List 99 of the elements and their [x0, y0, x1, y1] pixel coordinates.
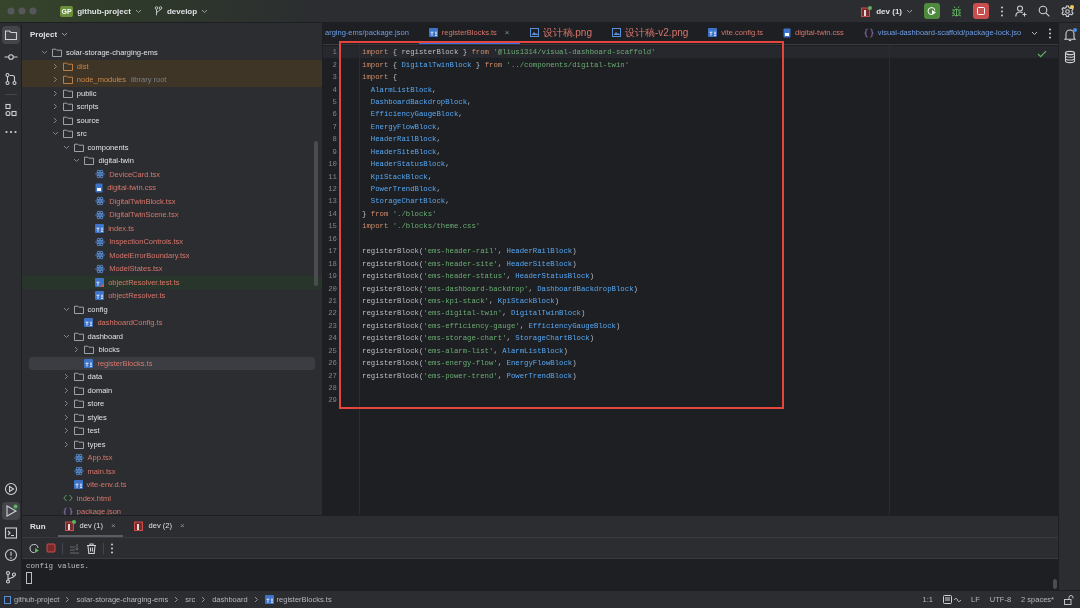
kebab-menu-icon[interactable] [1000, 5, 1004, 17]
folder-icon [73, 142, 84, 152]
react-atom-icon [73, 452, 84, 463]
panel-title: Run [30, 521, 46, 533]
search-icon[interactable] [1038, 5, 1050, 17]
run-config-selector[interactable]: dev (1) [861, 5, 913, 17]
branch-icon [153, 6, 163, 16]
test-file-icon [95, 277, 105, 287]
typescript-file-icon [84, 358, 94, 368]
branch-selector[interactable]: develop [153, 6, 209, 16]
project-tool-button[interactable] [1, 26, 20, 44]
folder-icon [73, 372, 84, 382]
pull-request-icon [3, 72, 18, 86]
react-atom-icon [95, 209, 106, 220]
kebab-menu-icon[interactable] [1048, 28, 1053, 39]
typescript-file-icon [84, 318, 94, 328]
branch-icon [3, 570, 18, 584]
folder-icon [84, 345, 95, 355]
chevron-icon [173, 596, 181, 603]
folder-icon [52, 48, 62, 58]
rerun-icon [927, 6, 937, 16]
react-atom-icon [95, 250, 106, 261]
chevron-icon [62, 305, 70, 313]
typescript-file-icon [264, 595, 274, 604]
typescript-file-icon [95, 291, 105, 301]
run-icon [3, 504, 18, 518]
branch-name: develop [166, 6, 198, 16]
folder-icon [84, 156, 95, 166]
close-button[interactable]: × [504, 28, 510, 37]
folder-icon [62, 61, 73, 71]
project-icon [4, 595, 11, 604]
chevron-icon [134, 7, 142, 15]
image-file-icon [529, 28, 539, 37]
typescript-file-icon [73, 480, 83, 490]
chevron-icon [1031, 30, 1039, 37]
project-name: github-project [77, 6, 131, 16]
chevron-icon [906, 7, 913, 15]
folder-icon [62, 115, 73, 125]
typescript-file-icon [708, 28, 718, 37]
run-tool-button[interactable] [1, 502, 20, 520]
rerun-icon[interactable] [29, 542, 40, 554]
folder-icon [73, 399, 84, 409]
trash-icon[interactable] [86, 542, 97, 554]
scrollbar[interactable] [1053, 579, 1057, 589]
braces-icon [863, 27, 874, 38]
react-atom-icon [73, 466, 84, 477]
angle-brackets-icon [62, 494, 73, 503]
tab-label: 设计稿.png [542, 25, 592, 40]
folder-icon [3, 28, 18, 42]
warning-circle-icon [3, 548, 18, 562]
stop-button[interactable] [973, 3, 989, 19]
stylesheet-file-icon [783, 27, 791, 38]
react-atom-icon [95, 236, 106, 247]
play-circle-icon [3, 482, 18, 496]
settings-icon[interactable] [1061, 4, 1074, 18]
react-atom-icon [95, 169, 106, 180]
image-file-icon [611, 28, 621, 37]
text-cursor [26, 572, 32, 584]
editor-tab[interactable]: 设计稿.png [519, 23, 602, 44]
chevron-icon [252, 596, 260, 603]
check-icon [1037, 50, 1047, 58]
stop-icon [977, 7, 985, 15]
unlock-icon[interactable] [1064, 594, 1074, 605]
close-button[interactable]: × [110, 521, 116, 530]
folder-icon [73, 412, 84, 422]
chevron-icon [61, 31, 69, 38]
editor-tab[interactable]: 设计稿-v2.png [601, 23, 699, 44]
folder-icon [73, 385, 84, 395]
bug-icon[interactable] [951, 5, 962, 17]
terminal-icon [3, 526, 18, 540]
add-user-icon[interactable] [1015, 5, 1027, 17]
react-atom-icon [95, 196, 106, 207]
run-config-name: dev (1) [876, 6, 902, 16]
typescript-file-icon [428, 28, 438, 37]
tab-label: 设计稿-v2.png [624, 25, 689, 40]
folder-icon [73, 331, 84, 341]
scrollbar[interactable] [314, 141, 318, 286]
folder-icon [73, 439, 84, 449]
reader-mode-icon[interactable] [943, 595, 962, 604]
chevron-icon [200, 596, 208, 603]
close-button[interactable]: × [179, 521, 185, 530]
folder-icon [62, 102, 73, 112]
panel-title: Project [30, 30, 58, 39]
rerun-button[interactable] [924, 3, 940, 19]
folder-icon [73, 426, 84, 436]
folder-icon [62, 129, 73, 139]
folder-icon [73, 304, 84, 314]
react-atom-icon [95, 263, 106, 274]
folder-icon [62, 75, 73, 85]
kebab-menu-icon[interactable] [110, 542, 114, 554]
project-view-selector[interactable]: Project [30, 30, 69, 39]
folder-icon [62, 88, 73, 98]
stylesheet-file-icon [95, 182, 104, 193]
structure-icon [3, 103, 18, 117]
chevron-icon [64, 596, 72, 603]
stop-icon[interactable] [46, 543, 56, 553]
braces-icon [62, 506, 73, 515]
chevron-icon [201, 7, 209, 15]
typescript-file-icon [95, 223, 105, 233]
